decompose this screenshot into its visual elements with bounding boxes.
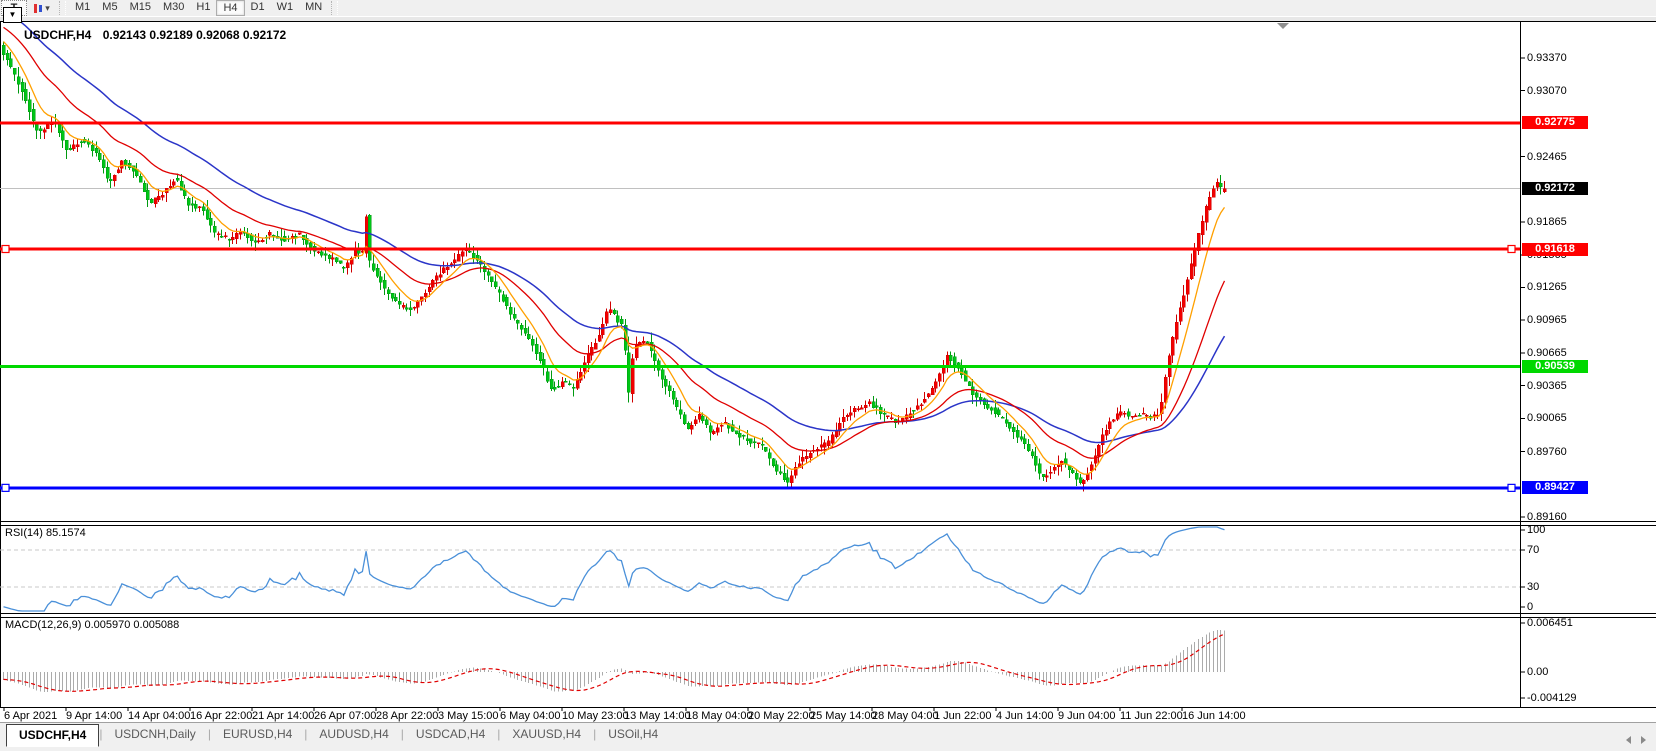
- timeframe-buttons: M1M5M15M30H1H4D1W1MN: [69, 0, 328, 16]
- toolbar-separator: [331, 1, 338, 15]
- scroll-left-icon[interactable]: [1626, 736, 1631, 744]
- timeframe-button-w1[interactable]: W1: [271, 0, 300, 14]
- scroll-right-icon[interactable]: [1641, 736, 1646, 744]
- price-axis[interactable]: [1520, 21, 1656, 707]
- tab-scroll-arrows: [1626, 736, 1646, 744]
- time-axis[interactable]: [0, 707, 1520, 722]
- timeframe-button-mn[interactable]: MN: [299, 0, 328, 14]
- top-toolbar: T ▾ M1M5M15M30H1H4D1W1MN: [0, 0, 1656, 16]
- rsi-panel: [0, 527, 1520, 611]
- tab-usdcnh-daily[interactable]: USDCNH,Daily: [102, 724, 207, 745]
- toolbar-separator: [59, 1, 66, 15]
- chart-canvas[interactable]: [0, 21, 1656, 751]
- mt4-window: T ▾ M1M5M15M30H1H4D1W1MN ▼ USDCHF,H4 0.9…: [0, 0, 1656, 751]
- chart-menu-button[interactable]: ▼: [3, 7, 22, 23]
- candle-icon: [39, 5, 42, 12]
- chart-window: ▼ USDCHF,H4 0.92143 0.92189 0.92068 0.92…: [0, 21, 1656, 722]
- hline-0.89427[interactable]: [0, 484, 1520, 491]
- hline-0.91618[interactable]: [0, 246, 1520, 253]
- chevron-down-icon: ▾: [45, 3, 50, 14]
- timeframe-button-m15[interactable]: M15: [124, 0, 157, 14]
- tab-usdchf-h4[interactable]: USDCHF,H4: [6, 724, 99, 747]
- tab-xauusd-h4[interactable]: XAUUSD,H4: [500, 724, 593, 745]
- candles-layer: [2, 41, 1226, 491]
- objects-tool-button[interactable]: ▾: [29, 0, 55, 16]
- rsi-line: [4, 527, 1225, 611]
- timeframe-button-m30[interactable]: M30: [157, 0, 190, 14]
- timeframe-button-m5[interactable]: M5: [96, 0, 123, 14]
- tab-usoil-h4[interactable]: USOil,H4: [596, 724, 670, 745]
- tab-usdcad-h4[interactable]: USDCAD,H4: [404, 724, 497, 745]
- timeframe-button-m1[interactable]: M1: [69, 0, 96, 14]
- tab-audusd-h4[interactable]: AUDUSD,H4: [307, 724, 400, 745]
- chart-tab-bar: USDCHF,H4|USDCNH,Daily|EURUSD,H4|AUDUSD,…: [0, 722, 1656, 751]
- shift-marker-icon: [1277, 23, 1289, 29]
- candle-icon: [34, 4, 37, 13]
- timeframe-button-h4[interactable]: H4: [216, 0, 244, 16]
- tab-eurusd-h4[interactable]: EURUSD,H4: [211, 724, 304, 745]
- timeframe-button-h1[interactable]: H1: [190, 0, 216, 14]
- macd-signal-line: [4, 634, 1225, 691]
- timeframe-button-d1[interactable]: D1: [245, 0, 271, 14]
- macd-panel: [4, 630, 1225, 692]
